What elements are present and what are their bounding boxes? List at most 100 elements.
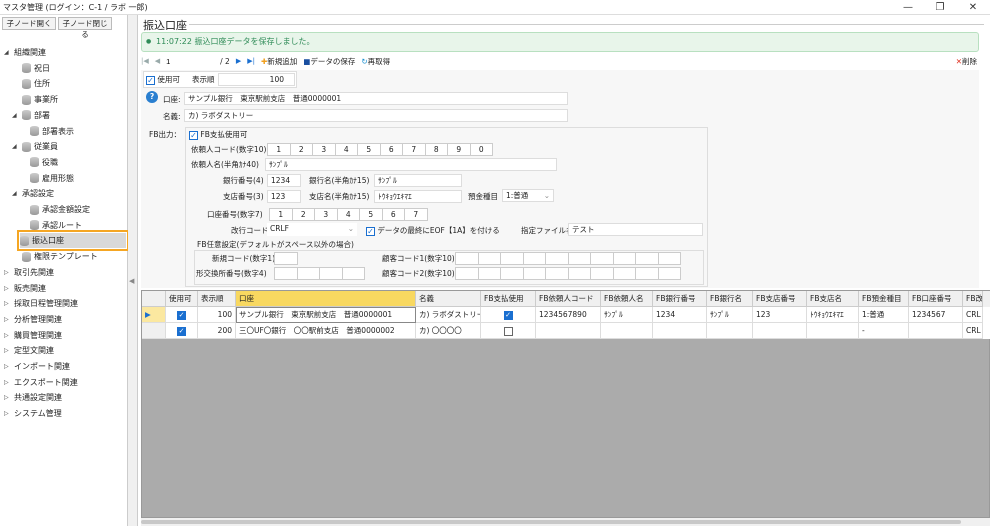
- bank-name-field[interactable]: ｻﾝﾌﾟﾙ: [374, 174, 462, 187]
- eof-checkbox[interactable]: ✓ データの最終にEOF【1A】を付ける: [366, 224, 500, 237]
- digit-cell[interactable]: [455, 252, 479, 265]
- column-header[interactable]: FB改: [963, 291, 983, 307]
- sidebar-item[interactable]: ▷ 取引先関連: [4, 265, 54, 280]
- collapse-arrow-icon[interactable]: ◀: [129, 277, 134, 285]
- digit-cell[interactable]: 4: [336, 208, 360, 221]
- enabled-checkbox[interactable]: ✓ 使用可: [146, 73, 180, 86]
- branch-no-cell[interactable]: 123: [753, 307, 807, 323]
- last-page-icon[interactable]: ▶|: [247, 57, 255, 65]
- sidebar-item[interactable]: 事業所: [22, 92, 58, 107]
- reload-button[interactable]: ↻再取得: [361, 56, 390, 67]
- order-cell[interactable]: 200: [198, 323, 236, 339]
- digit-cell[interactable]: 3: [314, 208, 338, 221]
- newline-select[interactable]: CRLF ⌄: [267, 223, 357, 236]
- digit-cell[interactable]: [522, 267, 546, 280]
- req-name-cell[interactable]: [601, 323, 653, 339]
- next-page-icon[interactable]: ▶: [236, 57, 241, 65]
- digit-cell[interactable]: [612, 267, 636, 280]
- collapsed-arrow-icon[interactable]: ▷: [4, 359, 11, 374]
- splitter-handle[interactable]: ◀: [128, 15, 138, 526]
- digit-cell[interactable]: 0: [469, 143, 493, 156]
- bank-name-cell[interactable]: ｻﾝﾌﾟﾙ: [707, 307, 753, 323]
- sidebar-item[interactable]: 権限テンプレート: [22, 249, 98, 264]
- digit-cell[interactable]: [477, 252, 501, 265]
- digit-cell[interactable]: [545, 252, 569, 265]
- collapsed-arrow-icon[interactable]: ▷: [4, 406, 11, 421]
- digit-cell[interactable]: [657, 252, 681, 265]
- column-header[interactable]: FB依頼人名: [601, 291, 653, 307]
- collapsed-arrow-icon[interactable]: ▷: [4, 296, 11, 311]
- acct-no-cell[interactable]: 1234567: [909, 307, 963, 323]
- sidebar-item[interactable]: 振込口座: [17, 230, 129, 252]
- sidebar-item[interactable]: ▷ 購買管理関連: [4, 328, 62, 343]
- newline-cell[interactable]: CRL: [963, 307, 983, 323]
- sidebar-item[interactable]: ▷ 販売関連: [4, 281, 46, 296]
- sidebar-item[interactable]: 住所: [22, 76, 50, 91]
- collapsed-arrow-icon[interactable]: ▷: [4, 312, 11, 327]
- digit-cell[interactable]: [500, 252, 524, 265]
- sidebar-item[interactable]: ◢ 組織関連: [4, 45, 46, 60]
- digit-cell[interactable]: [522, 252, 546, 265]
- page-input[interactable]: [166, 55, 215, 67]
- expanded-arrow-icon[interactable]: ◢: [12, 139, 19, 154]
- digit-cell[interactable]: [477, 267, 501, 280]
- digit-cell[interactable]: [635, 252, 659, 265]
- sidebar-item[interactable]: 役職: [30, 155, 58, 170]
- sidebar-item[interactable]: ▷ 採取日程管理関連: [4, 296, 78, 311]
- account-field[interactable]: サンプル銀行 東京駅前支店 普通0000001: [184, 92, 568, 105]
- bank-no-field[interactable]: 1234: [267, 174, 301, 187]
- collapsed-arrow-icon[interactable]: ▷: [4, 281, 11, 296]
- first-page-icon[interactable]: |◀: [141, 57, 149, 65]
- fb-cell[interactable]: [481, 323, 536, 339]
- sidebar-item[interactable]: ◢ 承認設定: [12, 186, 54, 201]
- digit-cell[interactable]: [500, 267, 524, 280]
- column-header[interactable]: FB銀行番号: [653, 291, 707, 307]
- digit-cell[interactable]: 2: [289, 143, 313, 156]
- close-button[interactable]: ✕: [958, 1, 988, 14]
- order-stepper[interactable]: 100: [218, 73, 295, 86]
- collapsed-arrow-icon[interactable]: ▷: [4, 265, 11, 280]
- collapsed-arrow-icon[interactable]: ▷: [4, 390, 11, 405]
- sidebar-item[interactable]: ▷ システム管理: [4, 406, 62, 421]
- maximize-button[interactable]: ❐: [925, 1, 955, 14]
- sidebar-item[interactable]: 承認金額設定: [30, 202, 90, 217]
- column-header[interactable]: FB銀行名: [707, 291, 753, 307]
- digit-cell[interactable]: 1: [267, 143, 291, 156]
- branch-no-field[interactable]: 123: [267, 190, 301, 203]
- digit-cell[interactable]: 1: [269, 208, 293, 221]
- expanded-arrow-icon[interactable]: ◢: [12, 186, 19, 201]
- horizontal-scrollbar[interactable]: [141, 518, 990, 526]
- collapsed-arrow-icon[interactable]: ▷: [4, 343, 11, 358]
- req-code-cell[interactable]: 1234567890: [536, 307, 601, 323]
- column-header[interactable]: 表示順: [198, 291, 236, 307]
- expanded-arrow-icon[interactable]: ◢: [4, 45, 11, 60]
- fb-enable-checkbox[interactable]: ✓ FB支払使用可: [189, 128, 247, 141]
- collapse-children-button[interactable]: 子ノード閉じる: [58, 17, 112, 39]
- column-header[interactable]: 使用可: [166, 291, 198, 307]
- digit-cell[interactable]: [567, 267, 591, 280]
- digit-cell[interactable]: 6: [379, 143, 403, 156]
- digit-cell[interactable]: 8: [424, 143, 448, 156]
- digit-cell[interactable]: 7: [404, 208, 428, 221]
- minimize-button[interactable]: —: [893, 1, 923, 14]
- newline-cell[interactable]: CRL: [963, 323, 983, 339]
- account-cell[interactable]: 三〇UF〇銀行 〇〇駅前支店 普通0000002: [236, 323, 416, 339]
- digit-cell[interactable]: 9: [447, 143, 471, 156]
- bank-name-cell[interactable]: [707, 323, 753, 339]
- branch-name-cell[interactable]: ﾄｳｷｮｳｴｷﾏｴ: [807, 307, 859, 323]
- req-code-cell[interactable]: [536, 323, 601, 339]
- digit-cell[interactable]: 5: [357, 143, 381, 156]
- new-code-cell[interactable]: [274, 252, 298, 265]
- bank-no-cell[interactable]: [653, 323, 707, 339]
- digit-cell[interactable]: 7: [402, 143, 426, 156]
- holder-cell[interactable]: カ) ラボダストリー: [416, 307, 481, 323]
- sidebar-item[interactable]: 承認ルート: [30, 218, 82, 233]
- sidebar-item[interactable]: 祝日: [22, 61, 50, 76]
- digit-cell[interactable]: [545, 267, 569, 280]
- sidebar-item[interactable]: ▷ 共通設定関連: [4, 390, 62, 405]
- column-header[interactable]: FB預金種目: [859, 291, 909, 307]
- column-header[interactable]: FB依頼人コード: [536, 291, 601, 307]
- column-header[interactable]: FB支払使用: [481, 291, 536, 307]
- digit-cell[interactable]: 5: [359, 208, 383, 221]
- help-icon[interactable]: ?: [146, 91, 158, 103]
